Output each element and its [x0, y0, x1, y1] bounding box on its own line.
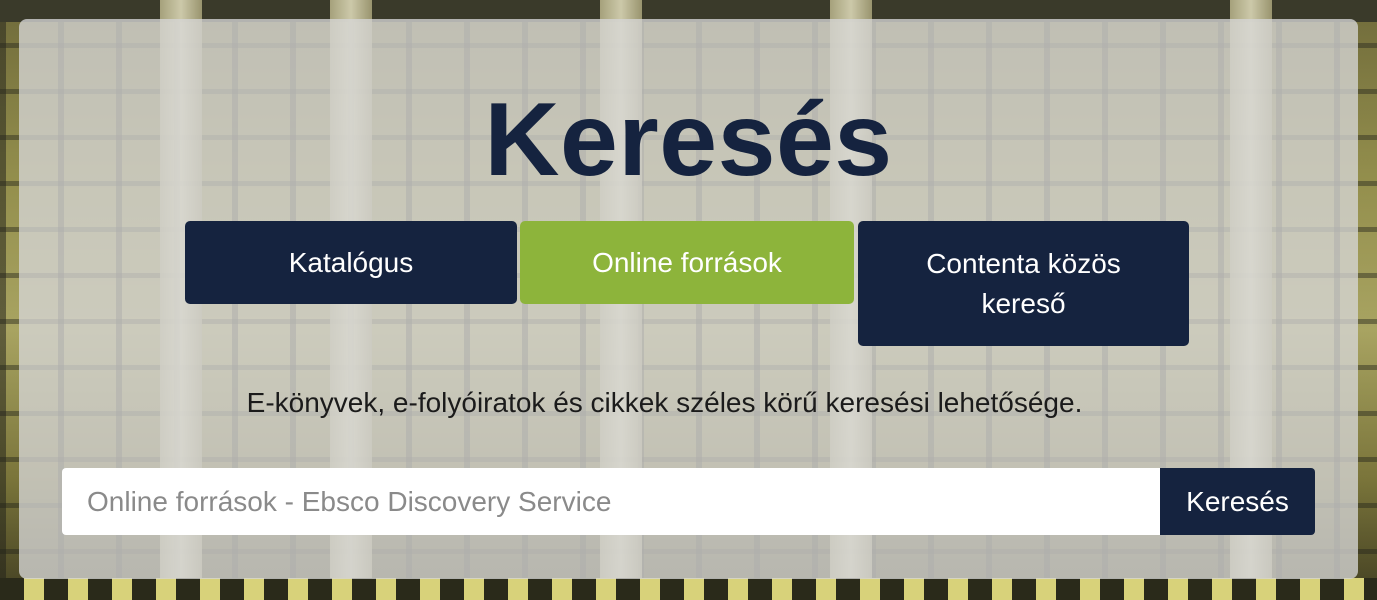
- search-description: E-könyvek, e-folyóiratok és cikkek széle…: [246, 387, 1083, 418]
- background-lights: [0, 578, 1377, 600]
- search-button[interactable]: Keresés: [1160, 468, 1315, 535]
- search-input[interactable]: [62, 468, 1161, 535]
- search-panel: Keresés Katalógus Online források Conten…: [19, 19, 1358, 579]
- tab-online-forrasok[interactable]: Online források: [520, 221, 854, 304]
- tab-katalogus[interactable]: Katalógus: [185, 221, 517, 304]
- page-title: Keresés: [484, 82, 893, 198]
- tab-contenta-kozos-kereso[interactable]: Contenta közös kereső: [858, 221, 1189, 346]
